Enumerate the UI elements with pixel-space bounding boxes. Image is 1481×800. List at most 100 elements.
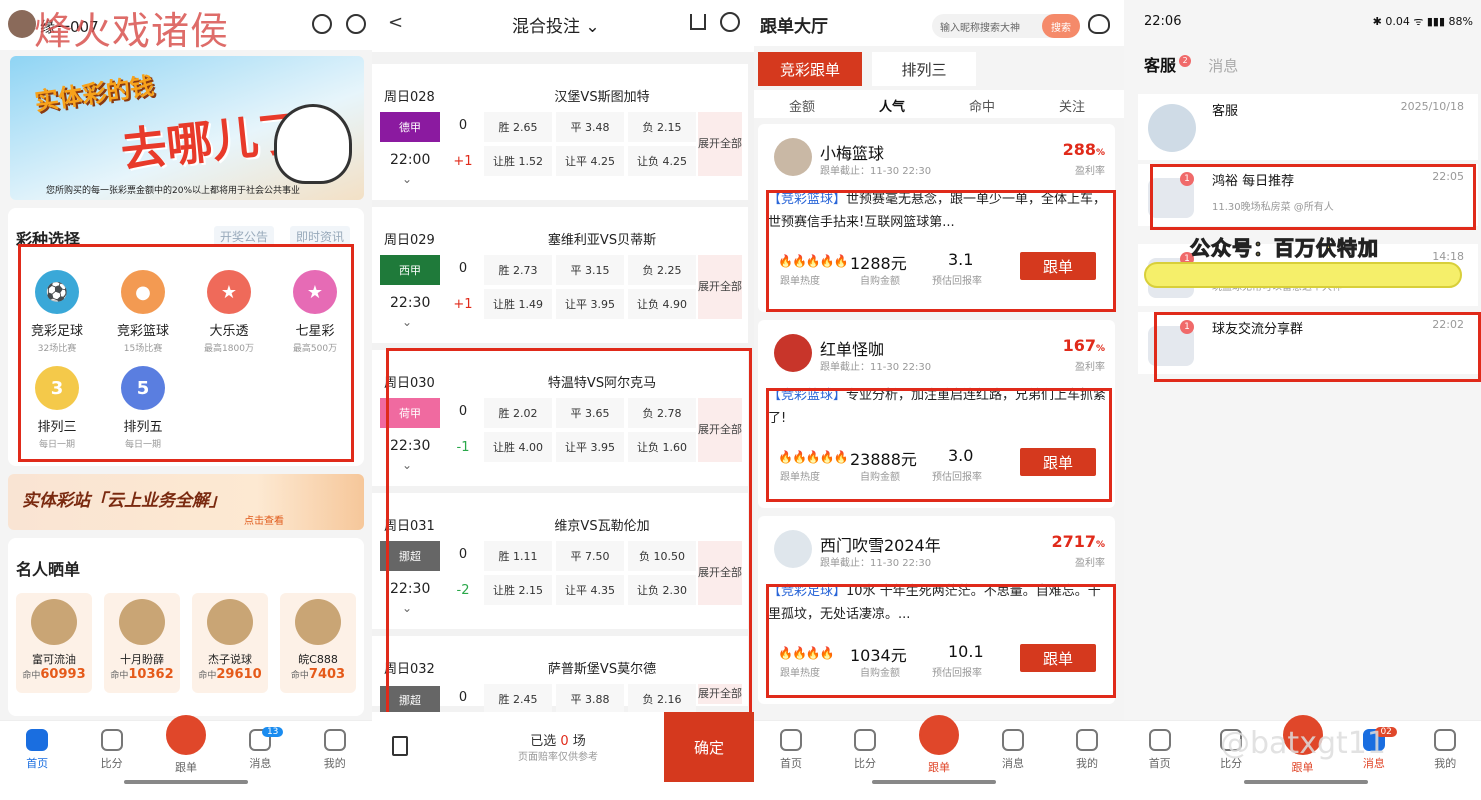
odds-cell[interactable]: 让负 1.60 xyxy=(628,432,696,462)
celebrity-item[interactable]: 十月盼薛 命中10362 xyxy=(104,593,180,693)
lottery-item[interactable]: ⚽ 竞彩足球 32场比赛 xyxy=(22,270,92,354)
promo-banner[interactable]: 实体彩的钱 去哪儿了? 您所购买的每一张彩票金额中的20%以上都将用于社会公共事… xyxy=(10,56,364,200)
tab-4[interactable]: 我的 xyxy=(1062,729,1112,771)
tab-draw-notice[interactable]: 开奖公告 xyxy=(214,226,275,247)
promo-strip[interactable]: 实体彩站「云上业务全解」 点击查看 xyxy=(8,474,364,530)
sort-tab[interactable]: 人气 xyxy=(862,96,922,115)
odds-cell[interactable]: 负 2.25 xyxy=(628,255,696,285)
odds-cell[interactable]: 让负 4.90 xyxy=(628,289,696,319)
odds-cell[interactable]: 胜 2.45 xyxy=(484,684,552,714)
odds-cell[interactable]: 让胜 1.52 xyxy=(484,146,552,176)
avatar[interactable] xyxy=(8,10,36,38)
expand-all-button[interactable]: 展开全部 xyxy=(698,112,742,176)
odds-cell[interactable]: 让平 3.95 xyxy=(556,289,624,319)
promo-link[interactable]: 点击查看 xyxy=(244,512,284,527)
celebrity-item[interactable]: 皖C888 命中7403 xyxy=(280,593,356,693)
tab-0[interactable]: 首页 xyxy=(12,729,62,771)
confirm-button[interactable]: 确定 xyxy=(664,712,754,782)
odds-cell[interactable]: 让负 2.30 xyxy=(628,575,696,605)
expand-all-button[interactable]: 展开全部 xyxy=(698,398,742,462)
tab-4[interactable]: 我的 xyxy=(310,729,360,771)
chevron-down-icon[interactable]: ⌄ xyxy=(402,315,412,329)
expand-all-button[interactable]: 展开全部 xyxy=(698,684,742,704)
tab-4[interactable]: 我的 xyxy=(1420,729,1470,771)
tab-0[interactable]: 首页 xyxy=(1135,729,1185,771)
chat-item[interactable]: 1 鸿裕 每日推荐 22:05 11.30晚场私房菜 @所有人 xyxy=(1138,164,1478,226)
tab-1[interactable]: 比分 xyxy=(840,729,890,771)
search-button[interactable]: 搜索 xyxy=(1042,14,1080,38)
expand-all-button[interactable]: 展开全部 xyxy=(698,541,742,605)
tab-messages[interactable]: 消息 xyxy=(1208,57,1238,75)
avatar[interactable] xyxy=(774,334,812,372)
odds-cell[interactable]: 负 2.16 xyxy=(628,684,696,714)
lottery-item[interactable]: ★ 大乐透 最高1800万 xyxy=(194,270,264,354)
odds-cell[interactable]: 胜 2.73 xyxy=(484,255,552,285)
follow-post[interactable]: 西门吹雪2024年 跟单截止：11-30 22:30 2717% 盈利率 【竞彩足球】1… xyxy=(758,516,1115,704)
odds-cell[interactable]: 让胜 4.00 xyxy=(484,432,552,462)
odds-cell[interactable]: 胜 2.02 xyxy=(484,398,552,428)
follow-button[interactable]: 跟单 xyxy=(1020,644,1096,672)
search-icon[interactable] xyxy=(346,14,366,34)
avatar[interactable] xyxy=(774,138,812,176)
odds-cell[interactable]: 让平 4.25 xyxy=(556,146,624,176)
back-icon[interactable]: < xyxy=(388,12,403,33)
odds-cell[interactable]: 让负 4.25 xyxy=(628,146,696,176)
expand-all-button[interactable]: 展开全部 xyxy=(698,255,742,319)
odds-cell[interactable]: 胜 2.65 xyxy=(484,112,552,142)
avatar xyxy=(31,599,77,645)
tab-1[interactable]: 比分 xyxy=(87,729,137,771)
tab-service[interactable]: 客服 xyxy=(1144,56,1176,75)
lottery-item[interactable]: 3 排列三 每日一期 xyxy=(22,366,92,450)
tab-3[interactable]: 消息 xyxy=(988,729,1038,771)
odds-cell[interactable]: 让胜 1.49 xyxy=(484,289,552,319)
odds-cell[interactable]: 平 3.88 xyxy=(556,684,624,714)
chat-item[interactable]: 1 球友交流分享群 22:02 xyxy=(1138,312,1478,374)
follow-post[interactable]: 小梅篮球 跟单截止：11-30 22:30 288% 盈利率 【竞彩篮球】世预赛毫无悬念… xyxy=(758,124,1115,312)
chat-item[interactable]: 客服 2025/10/18 xyxy=(1138,94,1478,160)
follow-button[interactable]: 跟单 xyxy=(1020,252,1096,280)
chevron-down-icon[interactable]: ⌄ xyxy=(402,458,412,472)
tab-2[interactable]: 跟单 xyxy=(914,715,964,775)
odds-cell[interactable]: 平 3.48 xyxy=(556,112,624,142)
odds-cell[interactable]: 让胜 2.15 xyxy=(484,575,552,605)
odds-cell[interactable]: 平 7.50 xyxy=(556,541,624,571)
sort-tab[interactable]: 关注 xyxy=(1042,96,1102,115)
tab-0[interactable]: 首页 xyxy=(766,729,816,771)
search-input[interactable]: 输入昵称搜索大神 搜索 xyxy=(932,14,1080,38)
sort-tab[interactable]: 命中 xyxy=(952,96,1012,115)
chevron-down-icon[interactable]: ⌄ xyxy=(402,601,412,615)
odds-cell[interactable]: 负 2.78 xyxy=(628,398,696,428)
follow-button[interactable]: 跟单 xyxy=(1020,448,1096,476)
lottery-item[interactable]: ● 竞彩篮球 15场比赛 xyxy=(108,270,178,354)
lottery-item[interactable]: ★ 七星彩 最高500万 xyxy=(280,270,350,354)
follow-post[interactable]: 红单怪咖 跟单截止：11-30 22:30 167% 盈利率 【竞彩篮球】专业分析，加注… xyxy=(758,320,1115,508)
trash-icon[interactable] xyxy=(392,736,408,756)
tab-pailie3[interactable]: 排列三 xyxy=(872,52,976,86)
odds-cell[interactable]: 平 3.65 xyxy=(556,398,624,428)
chevron-down-icon[interactable]: ⌄ xyxy=(402,172,412,186)
celebrity-item[interactable]: 富可流油 命中60993 xyxy=(16,593,92,693)
vs-label: VS xyxy=(599,662,618,677)
tab-live-news[interactable]: 即时资讯 xyxy=(290,226,351,247)
tab-2[interactable]: 跟单 xyxy=(161,715,211,775)
page-title: 跟单大厅 xyxy=(760,17,828,37)
odds-cell[interactable]: 胜 1.11 xyxy=(484,541,552,571)
more-icon[interactable] xyxy=(720,12,740,32)
celebrity-item[interactable]: 杰子说球 命中29610 xyxy=(192,593,268,693)
odds-cell[interactable]: 负 10.50 xyxy=(628,541,696,571)
odds-cell[interactable]: 让平 4.35 xyxy=(556,575,624,605)
post-stats: 🔥🔥🔥🔥🔥 跟单热度 1288元 自购金额 3.1 预估回报率 跟单 xyxy=(768,250,1108,290)
tab-jingcai[interactable]: 竞彩跟单 xyxy=(758,52,862,86)
tab-3[interactable]: 消息 13 xyxy=(235,727,285,771)
filter-icon[interactable] xyxy=(690,14,706,30)
chat-icon[interactable] xyxy=(312,14,332,34)
return-value: 3.1 xyxy=(948,250,974,269)
odds-cell[interactable]: 平 3.15 xyxy=(556,255,624,285)
heart-icon[interactable] xyxy=(1088,14,1110,34)
page-title[interactable]: 混合投注 ⌄ xyxy=(512,12,600,37)
avatar[interactable] xyxy=(774,530,812,568)
lottery-item[interactable]: 5 排列五 每日一期 xyxy=(108,366,178,450)
odds-cell[interactable]: 负 2.15 xyxy=(628,112,696,142)
sort-tab[interactable]: 金额 xyxy=(772,96,832,115)
odds-cell[interactable]: 让平 3.95 xyxy=(556,432,624,462)
